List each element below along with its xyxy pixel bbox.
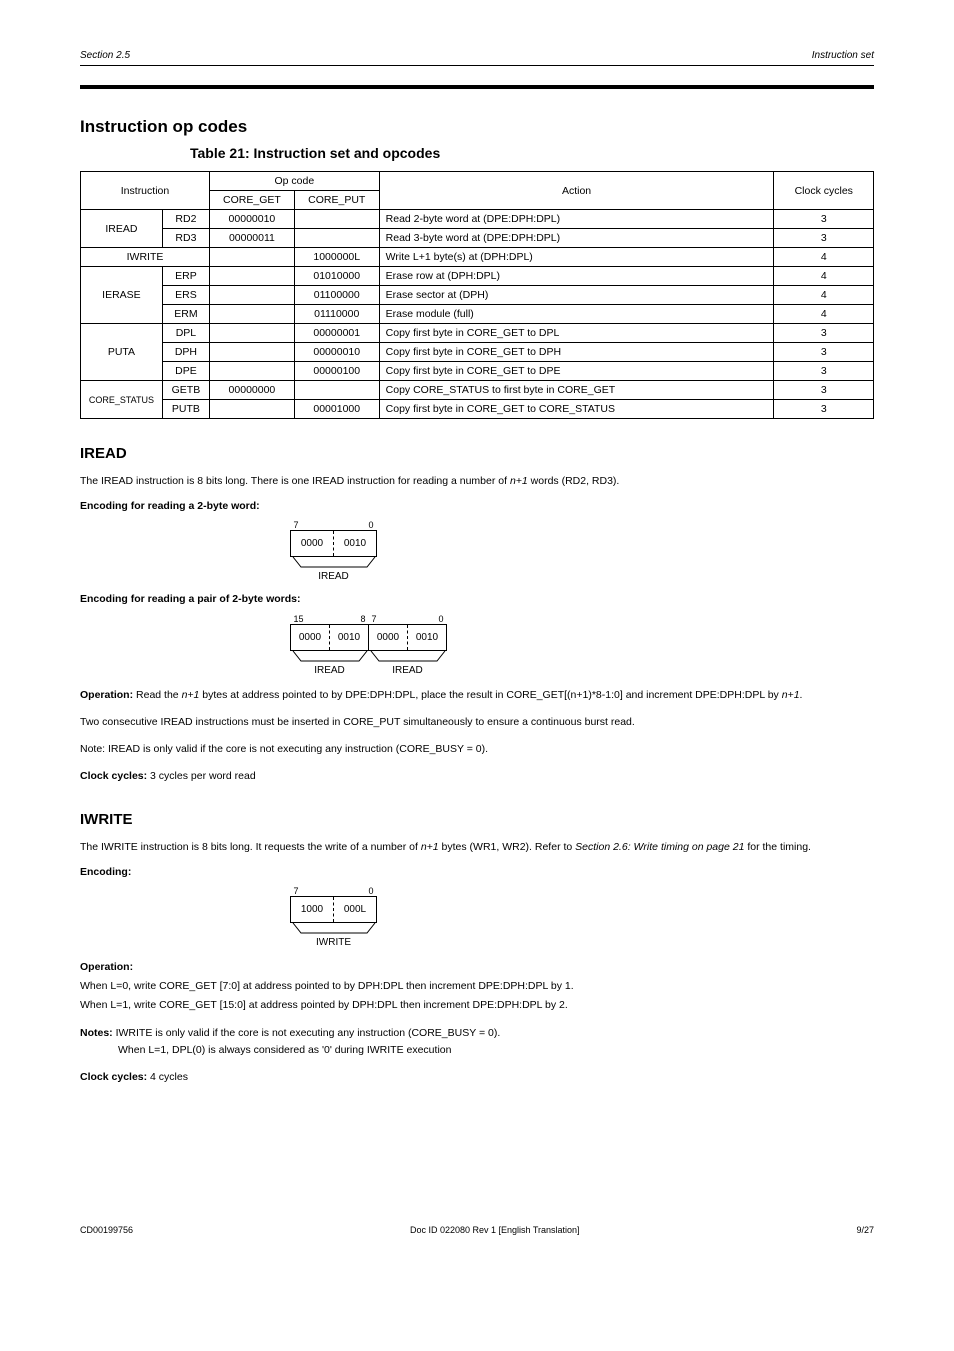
table-row: ERS 01100000 Erase sector at (DPH) 4 [81, 286, 874, 305]
footer-right: 9/27 [856, 1225, 874, 1235]
brace-icon [291, 651, 369, 665]
table-row: ERM 01110000 Erase module (full) 4 [81, 305, 874, 324]
table-row: PUTB 00001000 Copy first byte in CORE_GE… [81, 400, 874, 419]
brace-icon [291, 923, 377, 937]
th-action: Action [379, 172, 774, 210]
iwrite-notes: Notes: IWRITE is only valid if the core … [80, 1026, 874, 1041]
iwrite-op-a: When L=0, write CORE_GET [7:0] at addres… [80, 979, 874, 994]
header-right: Instruction set [812, 50, 874, 61]
opcodes-table: Instruction Op code Action Clock cycles … [80, 171, 874, 419]
table-row: CORE_STATUS GETB 00000000 Copy CORE_STAT… [81, 381, 874, 400]
iread-intro: The IREAD instruction is 8 bits long. Th… [80, 474, 874, 489]
footer-center: Doc ID 022080 Rev 1 [English Translation… [410, 1225, 580, 1235]
iread-encoding-1: 70 0000 0010 IREAD [290, 520, 874, 582]
header-rule-thin [80, 65, 874, 66]
table-row: IWRITE 1000000L Write L+1 byte(s) at (DP… [81, 248, 874, 267]
iread-enc1-label: Encoding for reading a 2-byte word: [80, 499, 874, 514]
iread-op-line3: Note: IREAD is only valid if the core is… [80, 742, 874, 757]
iwrite-enc-label: Encoding: [80, 865, 874, 880]
footer-left: CD00199756 [80, 1225, 133, 1235]
table-row: DPE 00000100 Copy first byte in CORE_GET… [81, 362, 874, 381]
iwrite-intro: The IWRITE instruction is 8 bits long. I… [80, 840, 874, 855]
table-row: IERASE ERP 01010000 Erase row at (DPH:DP… [81, 267, 874, 286]
table-row: PUTA DPL 00000001 Copy first byte in COR… [81, 324, 874, 343]
iwrite-cycles: Clock cycles: 4 cycles [80, 1070, 874, 1085]
iwrite-note2: When L=1, DPL(0) is always considered as… [118, 1043, 874, 1058]
header-rule-thick [80, 85, 874, 89]
th-put: CORE_PUT [294, 191, 379, 210]
iread-encoding-2: 15 8 7 0 0000 0010 0000 0010 IREAD [290, 614, 874, 676]
page-footer: CD00199756 Doc ID 022080 Rev 1 [English … [80, 1225, 874, 1235]
section-title: Instruction op codes [80, 117, 874, 137]
brace-icon [291, 557, 377, 571]
iwrite-operation: Operation: [80, 960, 874, 975]
iwrite-title: IWRITE [80, 811, 874, 828]
iread-cycles: Clock cycles: 3 cycles per word read [80, 769, 874, 784]
table-row: IREAD RD2 00000010 Read 2-byte word at (… [81, 210, 874, 229]
th-opcode: Op code [210, 172, 380, 191]
brace-icon [369, 651, 447, 665]
iread-enc2-label: Encoding for reading a pair of 2-byte wo… [80, 592, 874, 607]
page-header: Section 2.5 Instruction set [80, 50, 874, 65]
table-row: RD3 00000011 Read 3-byte word at (DPE:DP… [81, 229, 874, 248]
table-row: DPH 00000010 Copy first byte in CORE_GET… [81, 343, 874, 362]
iwrite-op-b: When L=1, write CORE_GET [15:0] at addre… [80, 998, 874, 1013]
th-get: CORE_GET [210, 191, 295, 210]
table-caption: Table 21: Instruction set and opcodes [190, 145, 874, 161]
iread-op-line2: Two consecutive IREAD instructions must … [80, 715, 874, 730]
th-clock: Clock cycles [774, 172, 874, 210]
th-instruction: Instruction [81, 172, 210, 210]
header-left: Section 2.5 [80, 50, 130, 61]
iread-title: IREAD [80, 445, 874, 462]
iwrite-encoding: 70 1000 000L IWRITE [290, 886, 874, 948]
iread-operation: Operation: Read the n+1 bytes at address… [80, 688, 874, 703]
